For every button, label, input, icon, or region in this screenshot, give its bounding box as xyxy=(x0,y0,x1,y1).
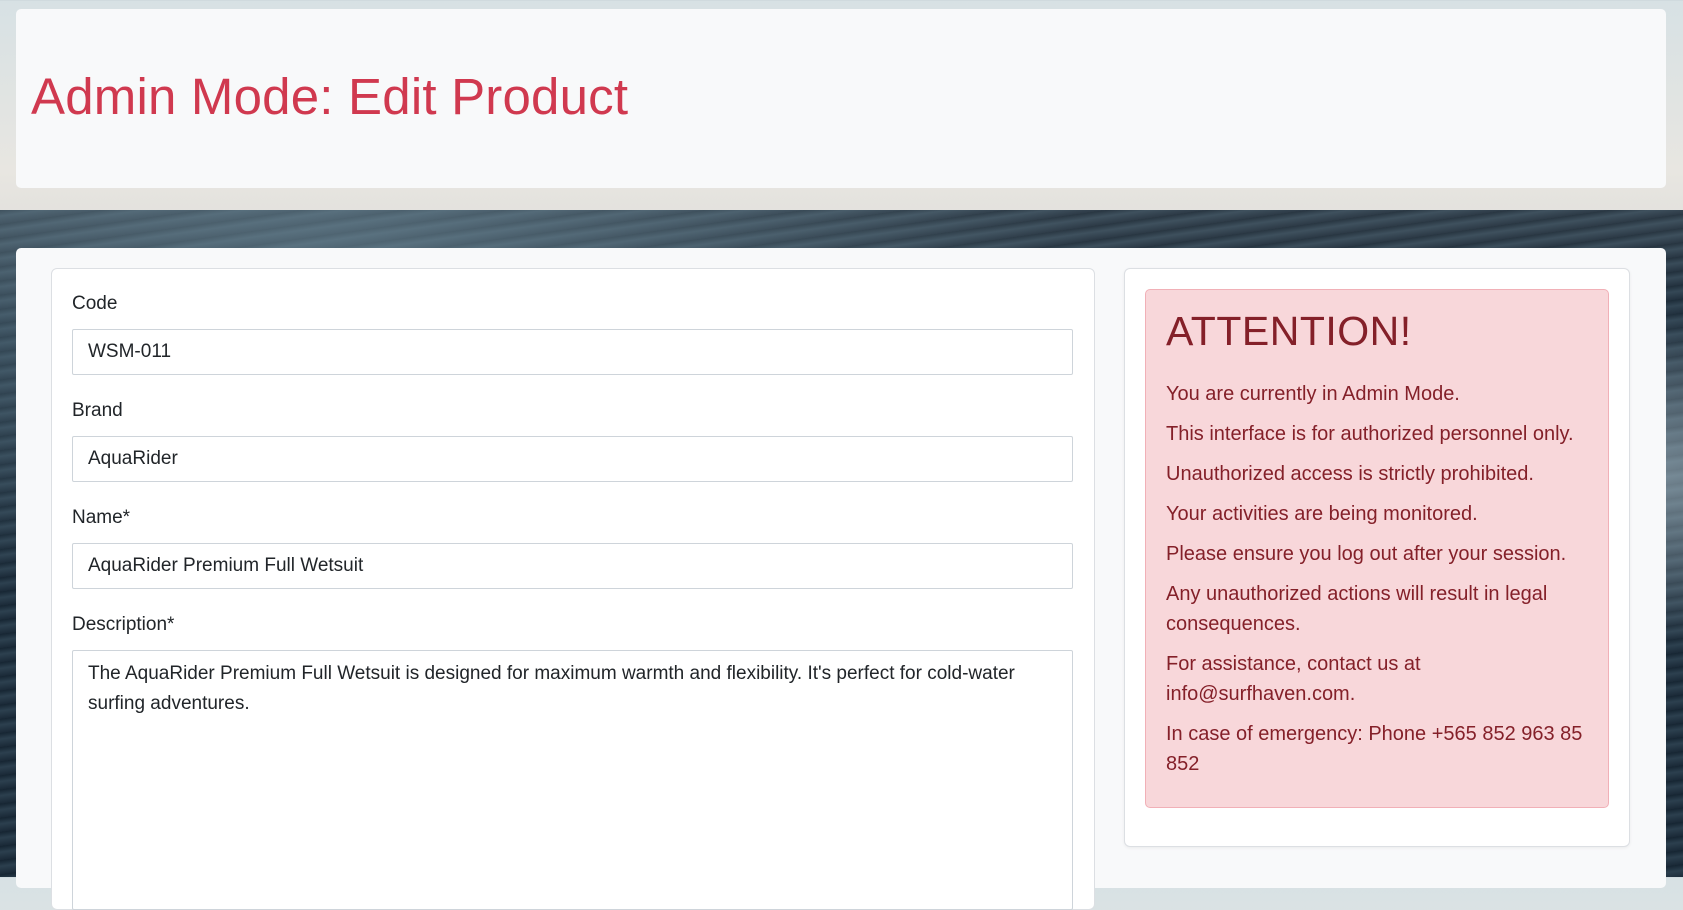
alert-line: Any unauthorized actions will result in … xyxy=(1166,583,1548,635)
alert-line: You are currently in Admin Mode. xyxy=(1166,383,1460,405)
alert-heading: ATTENTION! xyxy=(1166,308,1412,354)
product-form: Code Brand Name* Description* The AquaRi… xyxy=(51,268,1095,910)
name-label: Name* xyxy=(72,507,131,528)
alert-line: Your activities are being monitored. xyxy=(1166,503,1478,525)
header-panel: Admin Mode: Edit Product xyxy=(16,9,1666,188)
attention-card: ATTENTION! You are currently in Admin Mo… xyxy=(1124,268,1630,847)
brand-input[interactable] xyxy=(72,436,1073,482)
description-textarea[interactable]: The AquaRider Premium Full Wetsuit is de… xyxy=(72,650,1073,910)
alert-line: For assistance, contact us at info@surfh… xyxy=(1166,653,1421,705)
description-label: Description* xyxy=(72,614,175,635)
alert-line: Unauthorized access is strictly prohibit… xyxy=(1166,463,1534,485)
attention-alert: ATTENTION! You are currently in Admin Mo… xyxy=(1145,289,1609,808)
brand-label: Brand xyxy=(72,400,123,421)
name-input[interactable] xyxy=(72,543,1073,589)
code-label: Code xyxy=(72,293,118,314)
page-title: Admin Mode: Edit Product xyxy=(31,68,629,125)
alert-line: This interface is for authorized personn… xyxy=(1166,423,1574,445)
alert-line: Please ensure you log out after your ses… xyxy=(1166,543,1567,565)
code-input[interactable] xyxy=(72,329,1073,375)
alert-line: In case of emergency: Phone +565 852 963… xyxy=(1166,723,1583,775)
